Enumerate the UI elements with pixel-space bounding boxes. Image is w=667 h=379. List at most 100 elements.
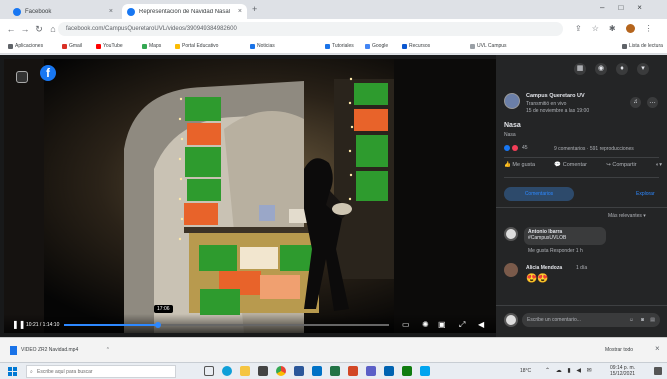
comment-author[interactable]: Alicia Mendoza [526, 265, 562, 271]
comment-meta[interactable]: Me gusta Responder 1 h [528, 248, 583, 254]
comment-button[interactable]: 💬 Comentar [554, 162, 587, 168]
chevron-down-icon: ▾ [643, 213, 646, 219]
pip-icon[interactable]: ▣ [438, 321, 446, 329]
extensions-icon[interactable]: ✱ [609, 24, 616, 33]
gif-icon[interactable]: ▤ [650, 313, 655, 327]
account-menu-icon[interactable]: ▾ [637, 63, 649, 75]
comment-text: #CampusUVLOB [528, 235, 567, 241]
love-reaction-icon [512, 145, 518, 151]
like-button[interactable]: 👍 Me gusta [504, 162, 535, 168]
comment-input[interactable]: Escribe un comentario... ☺ ◙ ▤ [522, 313, 660, 327]
toolbar-icons: ⇪ ☆ ✱ ⋮ [575, 24, 653, 33]
notifications-icon[interactable]: ♦ [616, 63, 628, 75]
edge-icon[interactable] [222, 366, 232, 376]
bookmark-item[interactable]: Noticias [250, 43, 275, 49]
chevron-up-icon[interactable]: ⌃ [106, 347, 110, 353]
bookmark-item[interactable]: Google [365, 43, 388, 49]
taskbar-search[interactable]: ⌕ Escribe aquí para buscar [26, 365, 176, 378]
minimize-icon[interactable]: – [600, 3, 604, 12]
scrub-time-tooltip: 17:06 [154, 305, 173, 313]
bookmark-item[interactable]: Tutoriales [325, 43, 354, 49]
tab-facebook[interactable]: Facebook × [8, 4, 118, 19]
commenter-avatar[interactable] [504, 227, 518, 241]
notification-center-icon[interactable] [654, 367, 662, 375]
audience-menu-icon[interactable]: ◐▾ [656, 162, 662, 168]
download-bar: VIDEO ZR2 Navidad.mp4 ⌃ Mostrar todo × [0, 337, 667, 362]
task-view-icon[interactable] [204, 366, 214, 376]
settings-gear-icon[interactable]: ✺ [422, 321, 429, 329]
page-name[interactable]: Campus Queretaro UV [526, 93, 585, 99]
bookmark-icon [325, 43, 330, 49]
powerpoint-icon[interactable] [348, 366, 358, 376]
new-tab-button[interactable]: + [252, 4, 257, 14]
captions-icon[interactable]: ▭ [402, 321, 410, 329]
menu-icon[interactable]: ⋮ [645, 24, 653, 33]
reload-icon[interactable]: ↻ [32, 24, 46, 35]
bookmark-item[interactable]: UVL Campus [470, 43, 507, 49]
url-field[interactable]: facebook.com/CampusQueretaroUVL/videos/3… [58, 22, 563, 36]
forward-icon[interactable]: → [18, 24, 32, 34]
bookmark-item[interactable]: Portal Educativo [175, 43, 218, 49]
volume-icon[interactable]: ◀ [478, 321, 484, 329]
reading-list[interactable]: Lista de lectura [622, 43, 663, 49]
tab-explore[interactable]: Explorar [636, 191, 655, 197]
bookmark-item[interactable]: Aplicaciones [8, 43, 43, 49]
emoji-icon[interactable]: ☺ [629, 313, 634, 327]
share-button[interactable]: ↪ Compartir [606, 162, 636, 168]
word-icon[interactable] [294, 366, 304, 376]
progress-knob[interactable] [155, 322, 162, 328]
fullscreen-icon[interactable]: ⤢ [459, 321, 465, 329]
close-tab-icon[interactable]: × [238, 8, 242, 15]
app-icon[interactable] [420, 366, 430, 376]
weather-status[interactable]: 18°C [520, 368, 531, 374]
tray-icons[interactable]: ⌃ ☁ ▮ ◀ ✉ [545, 367, 594, 374]
video-player[interactable]: f 17:06 ❚❚ 10:21 / 1:14:10 ✺ ▣ ⤢ ◀ ▭ [4, 59, 496, 333]
post-caption: Nasa [504, 132, 516, 138]
teams-icon[interactable] [366, 366, 376, 376]
progress-fill [64, 324, 159, 326]
progress-track[interactable] [64, 322, 389, 328]
post-stats[interactable]: 9 comentarios · 591 reproducciones [554, 146, 634, 152]
file-explorer-icon[interactable] [240, 366, 250, 376]
bookmark-item[interactable]: Maps [142, 43, 161, 49]
photos-icon[interactable] [384, 366, 394, 376]
comment-sort-dropdown[interactable]: Más relevantes ▾ [608, 213, 646, 219]
reaction-count[interactable]: 45 [522, 145, 528, 151]
bookmark-item[interactable]: Gmail [62, 43, 82, 49]
excel-icon[interactable] [330, 366, 340, 376]
download-item[interactable]: VIDEO ZR2 Navidad.mp4 ⌃ [10, 343, 110, 357]
bookmark-item[interactable]: YouTube [96, 43, 123, 49]
follow-icon[interactable]: ♫ [630, 97, 641, 108]
camera-icon[interactable]: ◙ [641, 313, 644, 327]
back-icon[interactable]: ← [4, 24, 18, 34]
apps-grid-icon[interactable]: ▦ [574, 63, 586, 75]
chrome-icon[interactable] [276, 366, 286, 376]
maximize-icon[interactable]: □ [618, 3, 623, 12]
pause-icon[interactable]: ❚❚ [12, 321, 25, 329]
commenter-avatar[interactable] [504, 263, 518, 277]
windows-taskbar: ⌕ Escribe aquí para buscar 18°C ⌃ ☁ ▮ ◀ … [0, 362, 667, 379]
like-reaction-icon [504, 145, 510, 151]
messenger-icon[interactable]: ◉ [595, 63, 607, 75]
video-controls-bar: ❚❚ 10:21 / 1:14:10 ✺ ▣ ⤢ ◀ ▭ [4, 314, 496, 333]
app-icon[interactable] [402, 366, 412, 376]
clock[interactable]: 09:14 p. m. 15/12/2021 [610, 365, 635, 377]
close-download-bar-icon[interactable]: × [655, 344, 660, 353]
star-icon[interactable]: ☆ [592, 24, 599, 33]
more-options-icon[interactable]: … [647, 97, 658, 108]
share-icon[interactable]: ⇪ [575, 24, 582, 33]
bookmark-item[interactable]: Recursos [402, 43, 430, 49]
tab-video[interactable]: Representación de Navidad Nasal × [122, 4, 247, 19]
divider [504, 177, 659, 178]
profile-avatar[interactable] [625, 24, 635, 33]
windows-start-icon[interactable] [8, 367, 17, 376]
tab-title: Representación de Navidad Nasal [139, 8, 231, 15]
page-avatar[interactable] [504, 93, 520, 109]
show-all-downloads[interactable]: Mostrar todo [605, 347, 633, 353]
outlook-icon[interactable] [312, 366, 322, 376]
panel-top-icons: ▦ ◉ ♦ ▾ [574, 63, 649, 75]
close-tab-icon[interactable]: × [109, 8, 113, 15]
store-icon[interactable] [258, 366, 268, 376]
close-window-icon[interactable]: × [637, 3, 642, 12]
tab-comments[interactable]: Comentarios [504, 187, 574, 201]
